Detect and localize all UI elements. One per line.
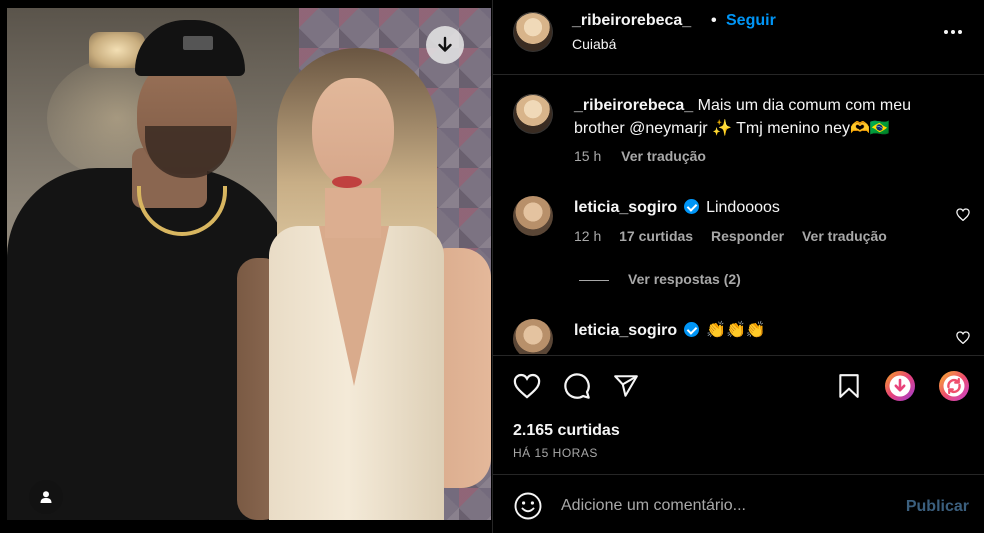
comment-avatar[interactable] — [513, 196, 553, 236]
comment-username[interactable]: leticia_sogiro — [574, 199, 677, 216]
comment-reply-link[interactable]: Responder — [711, 228, 784, 244]
download-button[interactable] — [426, 26, 464, 64]
post-location[interactable]: Cuiabá — [572, 36, 616, 52]
more-horizontal-icon — [944, 30, 962, 34]
verified-badge-icon — [683, 322, 699, 337]
comment-composer: Publicar — [493, 476, 984, 533]
comment-text: 👏👏👏 — [706, 322, 766, 339]
smiley-icon — [514, 492, 542, 520]
caption-avatar[interactable] — [513, 94, 553, 134]
comment-username[interactable]: leticia_sogiro — [574, 322, 677, 339]
post-time: HÁ 15 HORAS — [513, 446, 598, 460]
comment-meta: 12 h 17 curtidas Responder Ver tradução — [574, 228, 901, 244]
download-extension-button[interactable] — [884, 370, 916, 402]
post-media — [0, 0, 492, 533]
repost-extension-button[interactable] — [938, 370, 970, 402]
heart-outline-icon — [956, 207, 970, 221]
post-actions: 2.165 curtidas HÁ 15 HORAS — [493, 355, 984, 475]
heart-outline-icon — [513, 373, 541, 399]
view-replies-link[interactable]: Ver respostas (2) — [628, 271, 741, 287]
comment-input[interactable] — [561, 494, 881, 518]
comment-time: 12 h — [574, 228, 602, 244]
photo-cap-badge — [183, 36, 213, 50]
likes-count[interactable]: 2.165 curtidas — [513, 422, 620, 440]
paper-plane-icon — [614, 375, 638, 397]
replies-divider — [579, 280, 609, 281]
comment-text: Lindoooos — [706, 199, 780, 216]
caption-translate-link[interactable]: Ver tradução — [621, 148, 706, 164]
comment-likes[interactable]: 17 curtidas — [619, 228, 693, 244]
comment-item: leticia_sogiro 👏👏👏 — [493, 310, 984, 354]
caption-text-block: _ribeirorebeca_ Mais um dia comum com me… — [574, 94, 966, 140]
comment-text-block: leticia_sogiro Lindoooos — [574, 196, 780, 219]
comment-bubble-icon — [564, 373, 590, 399]
post-header: _ribeirorebeca_ • Seguir Cuiabá — [493, 0, 984, 75]
comment-avatar[interactable] — [513, 319, 553, 354]
bookmark-icon — [839, 374, 859, 398]
caption-meta: 15 h Ver tradução — [574, 148, 720, 164]
heart-outline-icon — [956, 330, 970, 344]
comment-translate-link[interactable]: Ver tradução — [802, 228, 887, 244]
author-avatar[interactable] — [513, 12, 553, 52]
publish-button[interactable]: Publicar — [906, 498, 969, 516]
save-button[interactable] — [834, 371, 864, 401]
comment-like-button[interactable] — [955, 329, 971, 345]
verified-badge-icon — [683, 199, 699, 214]
comment-like-button[interactable] — [955, 206, 971, 222]
post-details-panel: _ribeirorebeca_ • Seguir Cuiabá _ribeiro… — [492, 0, 984, 533]
header-separator: • — [711, 12, 717, 29]
arrow-down-icon — [438, 36, 452, 52]
caption-time: 15 h — [574, 148, 602, 164]
more-options-button[interactable] — [939, 20, 967, 44]
repost-circle-icon — [939, 371, 969, 401]
user-icon — [40, 491, 52, 503]
comment-text-block: leticia_sogiro 👏👏👏 — [574, 319, 766, 342]
author-username[interactable]: _ribeirorebeca_ — [572, 12, 691, 30]
post-photo[interactable] — [7, 8, 491, 520]
like-button[interactable] — [512, 371, 542, 401]
photo-woman-face — [312, 78, 394, 188]
photo-woman-neck — [325, 188, 381, 238]
caption-username[interactable]: _ribeirorebeca_ — [574, 97, 693, 114]
tagged-users-button[interactable] — [29, 480, 63, 514]
emoji-button[interactable] — [514, 492, 542, 520]
comment-button[interactable] — [562, 371, 592, 401]
follow-button[interactable]: Seguir — [726, 12, 776, 30]
share-button[interactable] — [611, 371, 641, 401]
download-circle-icon — [885, 371, 915, 401]
photo-woman-lips — [332, 176, 362, 188]
